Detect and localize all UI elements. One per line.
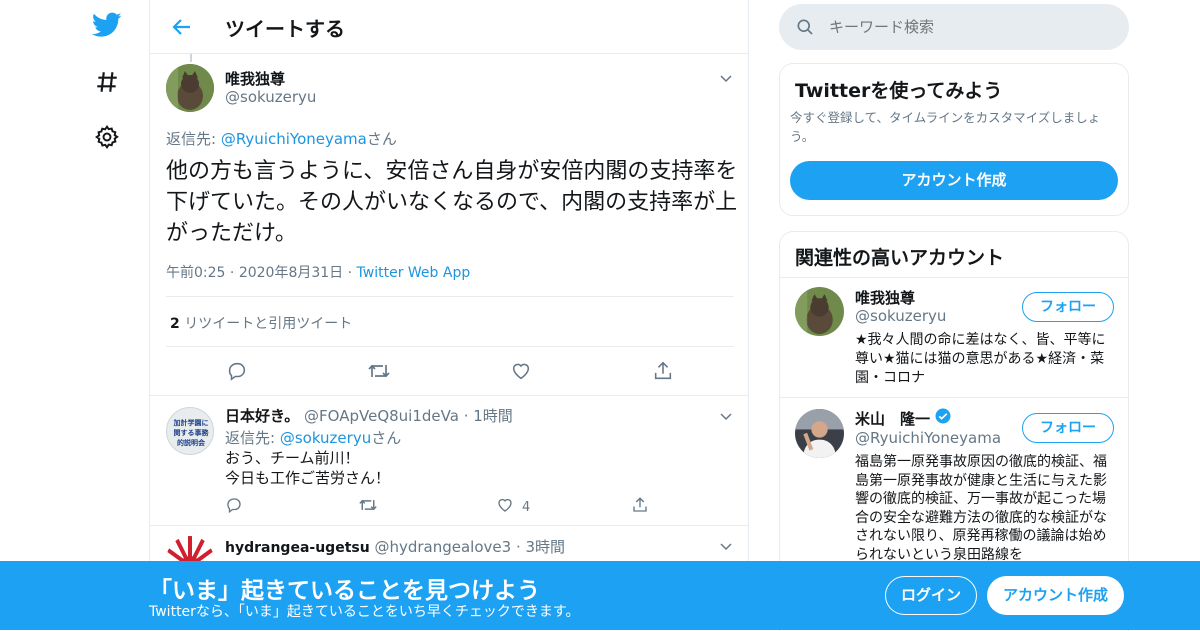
- avatar-text: 加計学園に関する事務的説明会: [173, 419, 209, 447]
- like-count: 4: [522, 499, 531, 515]
- main-tweet: 唯我独尊 @sokuzeryu 返信先: @RyuichiYoneyamaさん …: [150, 54, 748, 396]
- reply-to-prefix: 返信先:: [166, 130, 221, 148]
- reply-to-suffix: さん: [366, 130, 397, 148]
- author-name[interactable]: 唯我独尊: [225, 68, 285, 89]
- search-input[interactable]: [829, 16, 1109, 38]
- avatar[interactable]: 加計学園に関する事務的説明会: [166, 407, 214, 455]
- banner-create-account-button[interactable]: アカウント作成: [987, 576, 1124, 615]
- page-title: ツイートする: [225, 17, 345, 41]
- hashtag-icon[interactable]: [92, 67, 122, 97]
- reply-header: hydrangea-ugetsu @hydrangealove3 · 3時間: [225, 538, 566, 556]
- reply-text-line: 今日も工作ご苦労さん！: [225, 469, 391, 487]
- twitter-logo-icon[interactable]: [92, 10, 122, 40]
- share-icon[interactable]: [631, 496, 649, 514]
- chevron-down-icon[interactable]: [718, 70, 734, 86]
- tweet-time[interactable]: 午前0:25: [166, 265, 225, 281]
- like-button[interactable]: 4: [496, 496, 530, 518]
- retweet-stats[interactable]: 2 リツイートと引用ツイート: [166, 296, 734, 347]
- like-heart-icon: [496, 496, 514, 518]
- reply-author-handle[interactable]: @FOApVeQ8ui1deVa: [304, 407, 459, 425]
- retweet-count: 2: [170, 316, 180, 332]
- account-name[interactable]: 米山 隆一: [855, 408, 930, 429]
- reply-text-line: おう、チーム前川！: [225, 449, 360, 467]
- like-heart-icon[interactable]: [510, 360, 532, 382]
- signup-card-title: Twitterを使ってみよう: [795, 80, 1003, 102]
- follow-button[interactable]: フォロー: [1022, 292, 1114, 322]
- account-name-row: 米山 隆一: [855, 407, 952, 429]
- related-accounts-title: 関連性の高いアカウント: [795, 247, 1005, 269]
- signup-card: Twitterを使ってみよう 今すぐ登録して、タイムラインをカスタマイズしましょ…: [779, 63, 1129, 216]
- avatar[interactable]: [166, 64, 214, 112]
- settings-gear-icon[interactable]: [92, 122, 122, 152]
- back-arrow-icon[interactable]: [170, 15, 194, 39]
- page-header: ツイートする: [150, 0, 748, 54]
- author-handle[interactable]: @sokuzeryu: [225, 88, 316, 106]
- chevron-down-icon[interactable]: [718, 538, 734, 554]
- tweet-meta: 午前0:25 · 2020年8月31日 · Twitter Web App: [166, 265, 471, 281]
- reply-time[interactable]: 1時間: [473, 407, 513, 425]
- search-bar[interactable]: [779, 4, 1129, 50]
- verified-badge-icon: [934, 407, 952, 429]
- retweet-icon[interactable]: [358, 496, 378, 514]
- reply-icon[interactable]: [225, 496, 243, 514]
- account-bio: 福島第一原発事故原因の徹底的検証、福島第一原発事故が健康と生活に与えた影響の徹底…: [855, 454, 1107, 563]
- account-name[interactable]: 唯我独尊: [855, 287, 915, 308]
- login-button[interactable]: ログイン: [885, 576, 977, 615]
- related-account[interactable]: 唯我独尊 @sokuzeryu フォロー ★我々人間の命に差はなく、皆、平等に尊…: [780, 278, 1128, 398]
- reply-to-suffix: さん: [371, 429, 402, 447]
- account-handle[interactable]: @sokuzeryu: [855, 307, 946, 325]
- retweet-label: リツイートと引用ツイート: [184, 316, 353, 332]
- reply-to-link[interactable]: @sokuzeryu: [280, 429, 371, 447]
- signup-banner: 「いま」起きていることを見つけよう Twitterなら、「いま」起きていることを…: [0, 561, 1200, 630]
- create-account-button[interactable]: アカウント作成: [790, 161, 1118, 200]
- main-column: ツイートする 唯我独尊 @sokuzeryu 返信先: @RyuichiYone…: [149, 0, 749, 630]
- reply-to-line: 返信先: @RyuichiYoneyamaさん: [166, 128, 397, 149]
- search-icon: [795, 17, 815, 41]
- reply-author-name[interactable]: 日本好き。: [225, 407, 299, 425]
- reply-icon[interactable]: [226, 360, 248, 382]
- tweet-date[interactable]: 2020年8月31日: [239, 265, 343, 281]
- follow-button[interactable]: フォロー: [1022, 413, 1114, 443]
- avatar[interactable]: [795, 287, 844, 336]
- reply-header: 日本好き。 @FOApVeQ8ui1deVa · 1時間: [225, 407, 513, 425]
- reply-to-link[interactable]: @RyuichiYoneyama: [221, 130, 367, 148]
- tweet-client[interactable]: Twitter Web App: [357, 265, 471, 281]
- chevron-down-icon[interactable]: [718, 408, 734, 424]
- reply-time[interactable]: 3時間: [526, 538, 566, 556]
- banner-subtitle: Twitterなら、「いま」起きていることをいち早くチェックできます。: [149, 604, 580, 620]
- avatar[interactable]: [795, 409, 844, 458]
- reply-text: おう、チーム前川！ 今日も工作ご苦労さん！: [225, 448, 390, 488]
- retweet-icon[interactable]: [367, 360, 391, 382]
- share-icon[interactable]: [652, 360, 674, 382]
- account-handle[interactable]: @RyuichiYoneyama: [855, 429, 1001, 447]
- thread-line: [190, 54, 192, 62]
- reply-tweet[interactable]: 加計学園に関する事務的説明会 日本好き。 @FOApVeQ8ui1deVa · …: [150, 396, 748, 526]
- account-bio: ★我々人間の命に差はなく、皆、平等に尊い★猫には猫の意思がある★経済・菜園・コロ…: [855, 332, 1106, 386]
- banner-title: 「いま」起きていることを見つけよう: [149, 578, 540, 604]
- signup-card-description: 今すぐ登録して、タイムラインをカスタマイズしましょう。: [790, 110, 1101, 144]
- reply-author-name[interactable]: hydrangea-ugetsu: [225, 540, 370, 556]
- reply-to-line: 返信先: @sokuzeryuさん: [225, 427, 401, 448]
- reply-author-handle[interactable]: @hydrangealove3: [374, 538, 511, 556]
- reply-to-prefix: 返信先:: [225, 429, 280, 447]
- tweet-text: 他の方も言うように、安倍さん自身が安倍内閣の支持率を下げていた。その人がいなくな…: [166, 159, 738, 246]
